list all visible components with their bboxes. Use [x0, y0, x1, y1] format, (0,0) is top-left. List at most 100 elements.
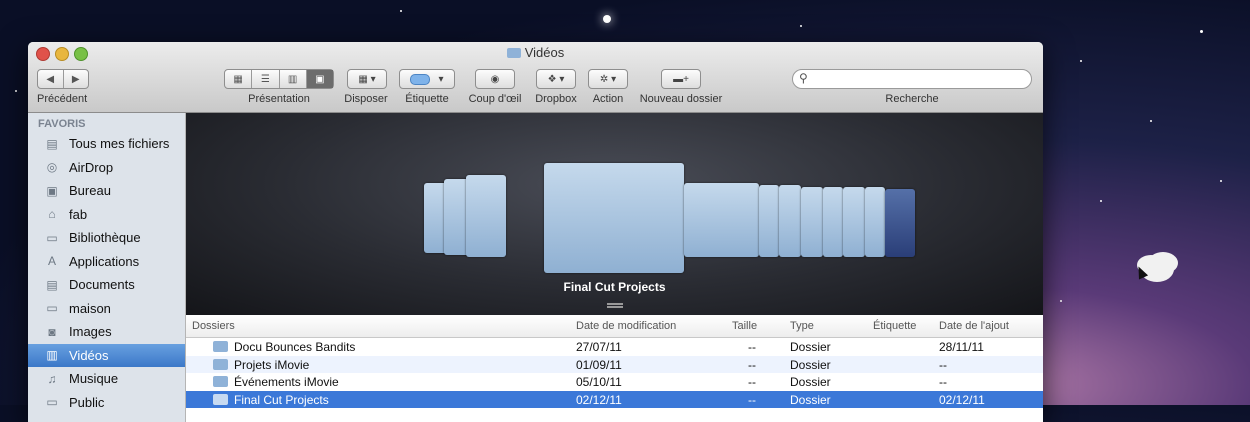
- dropbox-icon: ❖ ▾: [547, 73, 565, 85]
- row-added: --: [939, 357, 947, 372]
- film-icon: ▥: [46, 348, 58, 363]
- column-header-tag[interactable]: Étiquette: [873, 320, 916, 332]
- row-size: --: [748, 340, 756, 354]
- quicklook-button[interactable]: ◉: [475, 69, 515, 89]
- sidebar-item-documents[interactable]: ▤ Documents: [28, 273, 185, 297]
- label-button[interactable]: ▾: [399, 69, 455, 89]
- action-label: Action: [592, 93, 624, 105]
- row-size: --: [748, 375, 756, 389]
- row-kind: Dossier: [790, 357, 831, 372]
- row-name: Docu Bounces Bandits: [234, 340, 356, 354]
- sidebar-item-label: fab: [69, 206, 88, 222]
- coverflow-folder-selected-icon[interactable]: [544, 163, 684, 273]
- sidebar-item-all-files[interactable]: ▤ Tous mes fichiers: [28, 132, 185, 156]
- home-icon: ⌂: [48, 207, 56, 222]
- action-button[interactable]: ✲ ▾: [588, 69, 628, 89]
- column-header-modified[interactable]: Date de modification: [576, 320, 676, 332]
- coverflow-folder-icon[interactable]: [865, 187, 885, 257]
- sidebar-item-label: Bureau: [69, 183, 111, 199]
- sidebar-item-applications[interactable]: A Applications: [28, 250, 185, 274]
- coverflow-folder-icon[interactable]: [684, 183, 759, 257]
- folder-icon: [213, 376, 228, 387]
- view-label: Présentation: [248, 93, 310, 105]
- row-modified: 01/09/11: [576, 357, 622, 372]
- arrange-button[interactable]: ▦ ▾: [347, 69, 387, 89]
- music-icon: ♫: [47, 371, 57, 386]
- sidebar-item-home[interactable]: ⌂ fab: [28, 203, 185, 227]
- view-mode-control[interactable]: ▦ ☰ ▥ ▣: [224, 69, 334, 89]
- all-files-icon: ▤: [46, 136, 58, 151]
- search-icon: ⚲: [799, 71, 808, 85]
- sidebar-item-library[interactable]: ▭ Bibliothèque: [28, 226, 185, 250]
- coverflow-folder-icon[interactable]: [823, 187, 843, 257]
- sidebar: FAVORIS ▤ Tous mes fichiers ◎ AirDrop ▣ Bur…: [28, 113, 186, 422]
- coverflow-folder-icon[interactable]: [759, 185, 779, 257]
- column-header-name[interactable]: Dossiers: [192, 320, 235, 332]
- table-row[interactable]: Événements iMovie 05/10/11 -- Dossier --: [186, 373, 1043, 391]
- column-header-kind[interactable]: Type: [790, 320, 814, 332]
- public-icon: ▭: [46, 395, 58, 410]
- column-header-size[interactable]: Taille: [732, 320, 757, 332]
- documents-icon: ▤: [46, 277, 58, 292]
- sidebar-item-images[interactable]: ◙ Images: [28, 320, 185, 344]
- new-folder-label: Nouveau dossier: [639, 93, 723, 105]
- sidebar-item-label: Tous mes fichiers: [69, 136, 170, 152]
- folder-icon: [213, 341, 228, 352]
- sidebar-item-maison[interactable]: ▭ maison: [28, 297, 185, 321]
- tag-oval-icon: [410, 73, 431, 85]
- arrange-label: Disposer: [344, 93, 388, 105]
- row-added: --: [939, 375, 947, 389]
- new-folder-button[interactable]: ▬+: [661, 69, 701, 89]
- chevron-down-icon: ▾: [438, 73, 444, 85]
- sidebar-item-label: Musique: [69, 371, 119, 387]
- row-size: --: [748, 392, 756, 407]
- column-view-icon[interactable]: ▥: [280, 70, 307, 88]
- row-modified: 27/07/11: [576, 340, 622, 354]
- table-row[interactable]: Projets iMovie 01/09/11 -- Dossier --: [186, 355, 1043, 373]
- table-row[interactable]: Docu Bounces Bandits 27/07/11 -- Dossier…: [186, 338, 1043, 356]
- cover-flow-view[interactable]: Final Cut Projects: [186, 113, 1043, 315]
- list-view-icon[interactable]: ☰: [252, 70, 280, 88]
- sidebar-item-label: Applications: [69, 253, 140, 269]
- table-row-selected[interactable]: Final Cut Projects 02/12/11 -- Dossier 0…: [186, 390, 1043, 408]
- back-forward-control[interactable]: ◀ ▶: [37, 69, 89, 89]
- sidebar-item-videos[interactable]: ▥ Vidéos: [28, 343, 185, 367]
- coverflow-folder-icon[interactable]: [843, 187, 865, 257]
- row-kind: Dossier: [790, 375, 831, 389]
- coverflow-caption: Final Cut Projects: [563, 280, 666, 294]
- row-name: Final Cut Projects: [234, 392, 329, 407]
- file-list: Dossiers Date de modification Taille Typ…: [186, 315, 1043, 422]
- sidebar-item-label: Images: [69, 324, 112, 340]
- coverflow-folder-icon[interactable]: [801, 187, 823, 257]
- icon-view-icon[interactable]: ▦: [225, 70, 253, 88]
- new-folder-icon: ▬+: [673, 73, 689, 85]
- sidebar-heading: FAVORIS: [38, 118, 86, 130]
- list-header: Dossiers Date de modification Taille Typ…: [186, 315, 1043, 338]
- sidebar-item-music[interactable]: ♫ Musique: [28, 367, 185, 391]
- window-title: Vidéos: [28, 45, 1043, 60]
- label-label: Étiquette: [405, 93, 449, 105]
- search-field[interactable]: ⚲: [792, 69, 1032, 89]
- sidebar-item-label: Vidéos: [69, 347, 109, 363]
- coverflow-folder-icon[interactable]: [779, 185, 801, 257]
- forward-arrow-icon[interactable]: ▶: [64, 70, 89, 88]
- dropbox-button[interactable]: ❖ ▾: [536, 69, 576, 89]
- sidebar-item-airdrop[interactable]: ◎ AirDrop: [28, 156, 185, 180]
- coverflow-volume-icon[interactable]: [885, 189, 915, 257]
- row-kind: Dossier: [790, 340, 831, 354]
- resize-grip-icon[interactable]: [606, 303, 623, 308]
- folder-icon: ▭: [46, 301, 58, 316]
- sidebar-item-desktop[interactable]: ▣ Bureau: [28, 179, 185, 203]
- folder-icon: [506, 48, 521, 58]
- row-size: --: [748, 357, 756, 372]
- desktop-icon: ▣: [46, 183, 58, 198]
- column-header-added[interactable]: Date de l'ajout: [939, 320, 1009, 332]
- coverflow-view-icon[interactable]: ▣: [306, 70, 333, 88]
- quicklook-label: Coup d'œil: [468, 93, 522, 105]
- applications-icon: A: [47, 254, 56, 269]
- sidebar-item-public[interactable]: ▭ Public: [28, 391, 185, 415]
- back-arrow-icon[interactable]: ◀: [38, 70, 64, 88]
- window-title-text: Vidéos: [524, 45, 565, 60]
- coverflow-folder-icon[interactable]: [466, 175, 506, 257]
- search-label: Recherche: [885, 93, 939, 105]
